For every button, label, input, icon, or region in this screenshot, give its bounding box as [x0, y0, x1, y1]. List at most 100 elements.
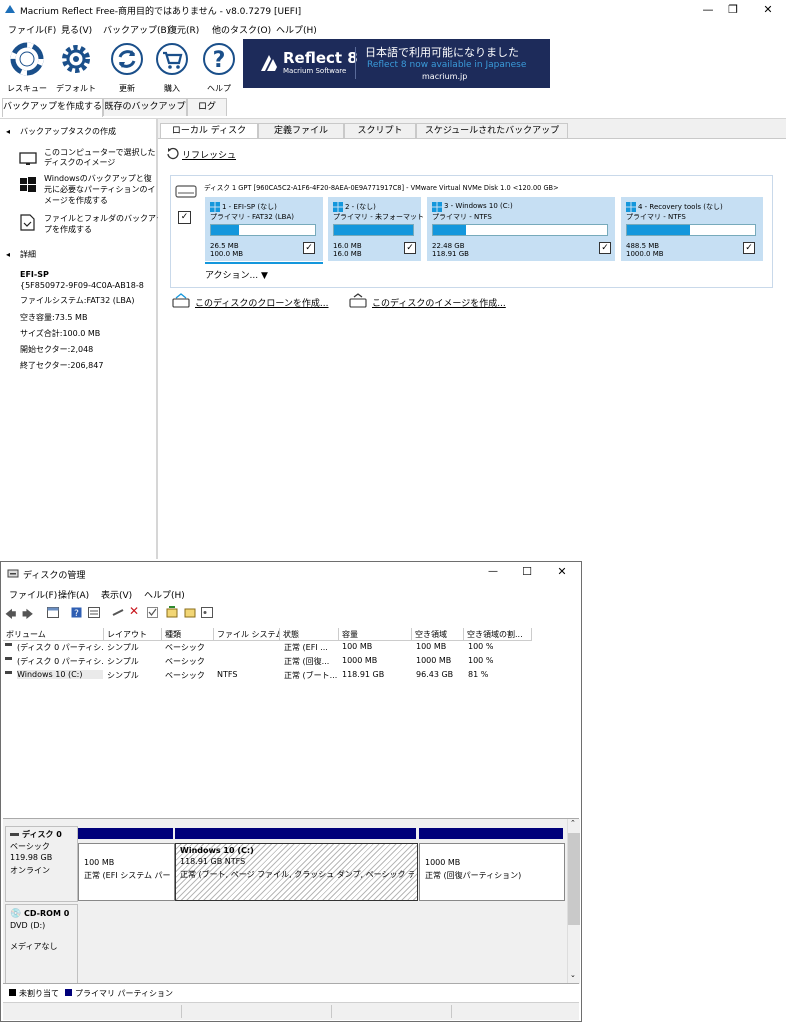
partition-total: 100.0 MB [210, 250, 244, 258]
volume-windows-c[interactable]: Windows 10 (C:) 118.91 GB NTFS 正常 (ブート, … [175, 843, 418, 901]
actions-dropdown[interactable]: アクション... ▼ [205, 268, 268, 281]
collapse-tasks-icon[interactable]: ◂ [6, 127, 10, 138]
close-button[interactable]: ✕ [750, 0, 786, 20]
cdrom-name: CD-ROM 0 [24, 909, 70, 918]
update-button[interactable]: 更新 [104, 38, 150, 96]
partition-name: 4 - Recovery tools (なし) [638, 203, 723, 211]
cell-volume: Windows 10 (C:) [17, 670, 103, 679]
partition-3[interactable]: 3 - Windows 10 (C:) プライマリ - NTFS 22.48 G… [427, 197, 615, 261]
top-tabs: バックアップを作成する 既存のバックアップ ログ [0, 98, 786, 117]
vertical-scrollbar[interactable]: ⌃ ⌄ [567, 819, 580, 984]
disk0-label[interactable]: ディスク 0 ベーシック 119.98 GB オンライン [5, 826, 78, 902]
col-type[interactable]: 種類 [162, 628, 214, 641]
partition-1[interactable]: 1 - EFI-SP (なし) プライマリ - FAT32 (LBA) 26.5… [205, 197, 323, 261]
clone-disk-link[interactable]: このディスクのクローンを作成... [195, 296, 329, 309]
svg-text:?: ? [74, 609, 79, 618]
cart-icon [156, 43, 188, 75]
partition-checkbox[interactable]: ✓ [303, 242, 315, 254]
volume-recovery[interactable]: 1000 MB 正常 (回復パーティション) [419, 843, 565, 901]
dm-maximize-button[interactable]: ☐ [509, 562, 545, 582]
dm-menu-help[interactable]: ヘルプ(H) [144, 588, 185, 601]
partition-type: プライマリ - NTFS [626, 213, 686, 221]
buy-label: 購入 [164, 84, 180, 93]
menu-file[interactable]: ファイル(F) [8, 23, 56, 36]
tab-create-backup[interactable]: バックアップを作成する [2, 98, 103, 117]
actions-label: アクション... [205, 271, 259, 281]
connect-icon[interactable] [112, 607, 124, 618]
partition-total: 16.0 MB [333, 250, 362, 258]
partition-name: 3 - Windows 10 (C:) [444, 202, 513, 210]
menu-backup[interactable]: バックアップ(B) [103, 23, 170, 36]
tab-existing-backups[interactable]: 既存のバックアップ [103, 98, 187, 116]
detail-filesystem: ファイルシステム:FAT32 (LBA) [20, 296, 135, 305]
col-status[interactable]: 状態 [280, 628, 339, 641]
image-disk-link[interactable]: このディスクのイメージを作成... [372, 296, 506, 309]
col-filesystem[interactable]: ファイル システム [214, 628, 280, 641]
col-free-space[interactable]: 空き領域 [412, 628, 464, 641]
reflect8-banner[interactable]: Reflect 8 Macrium Software 日本語で利用可能になりまし… [243, 39, 550, 88]
defaults-button[interactable]: デフォルト [53, 38, 99, 96]
partition-total: 118.91 GB [432, 250, 469, 258]
help-book-icon[interactable]: ? [71, 607, 82, 618]
dm-menu-action[interactable]: 操作(A) [58, 588, 89, 601]
delete-icon[interactable]: ✕ [129, 604, 139, 618]
properties-icon[interactable] [47, 607, 59, 618]
volume-efi[interactable]: 100 MB 正常 (EFI システム パー [78, 843, 175, 901]
col-free-percent[interactable]: 空き領域の割... [464, 628, 532, 641]
disk-select-checkbox[interactable]: ✓ [178, 211, 191, 224]
collapse-details-icon[interactable]: ◂ [6, 250, 10, 261]
dm-toolbar: 🡄 🡆 ? ✕ [1, 604, 579, 622]
macrium-titlebar: Macrium Reflect Free-商用目的ではありません - v8.0.… [0, 0, 786, 20]
tab-log[interactable]: ログ [187, 98, 227, 116]
list-view-icon[interactable] [88, 607, 100, 618]
check-icon[interactable] [147, 607, 158, 618]
status-divider [451, 1005, 452, 1018]
buy-button[interactable]: 購入 [149, 38, 195, 96]
back-arrow-icon[interactable]: 🡄 [5, 606, 16, 625]
col-layout[interactable]: レイアウト [104, 628, 162, 641]
menu-view[interactable]: 見る(V) [61, 23, 92, 36]
windows-partition-icon [210, 202, 220, 212]
new-volume-icon[interactable] [166, 606, 178, 618]
rescue-button[interactable]: レスキュー [4, 38, 50, 96]
help-button[interactable]: ? ヘルプ [196, 38, 242, 96]
col-capacity[interactable]: 容量 [339, 628, 412, 641]
rescue-label: レスキュー [7, 84, 47, 93]
settings-list-icon[interactable] [201, 607, 213, 618]
partition-checkbox[interactable]: ✓ [404, 242, 416, 254]
partition-type: プライマリ - NTFS [432, 213, 492, 221]
open-folder-icon[interactable] [184, 606, 196, 618]
partition-checkbox[interactable]: ✓ [599, 242, 611, 254]
defaults-label: デフォルト [56, 84, 96, 93]
help-label: ヘルプ [207, 84, 231, 93]
cdrom-label[interactable]: 💿 CD-ROM 0 DVD (D:) メディアなし [5, 904, 78, 984]
forward-arrow-icon[interactable]: 🡆 [22, 606, 33, 625]
details-header: 詳細 [20, 250, 36, 259]
partition-type: プライマリ - FAT32 (LBA) [210, 213, 294, 221]
maximize-button[interactable]: ❐ [715, 0, 751, 20]
scrollbar-thumb[interactable] [568, 833, 580, 925]
cell-free: 96.43 GB [416, 670, 454, 679]
col-volume[interactable]: ボリューム [3, 628, 104, 641]
detail-guid: {5F850972-9F09-4C0A-AB18-8 [20, 281, 144, 290]
refresh-link[interactable]: リフレッシュ [182, 148, 236, 161]
partition-checkbox[interactable]: ✓ [743, 242, 755, 254]
scroll-up-icon[interactable]: ⌃ [570, 819, 576, 827]
dm-menu-file[interactable]: ファイル(F) [9, 588, 57, 601]
menu-help[interactable]: ヘルプ(H) [276, 23, 317, 36]
scroll-down-icon[interactable]: ⌄ [570, 971, 576, 979]
dm-menu-view[interactable]: 表示(V) [101, 588, 132, 601]
partition-type: プライマリ - 未フォーマット [333, 213, 424, 221]
menu-bar: ファイル(F) 見る(V) バックアップ(B) 復元(R) 他のタスク(O) ヘ… [0, 20, 786, 37]
dm-close-button[interactable]: ✕ [544, 562, 580, 582]
dm-minimize-button[interactable]: — [475, 562, 511, 582]
disk0-size: 119.98 GB [10, 853, 53, 862]
volume-size: 1000 MB [425, 858, 461, 867]
cell-layout: シンプル [107, 657, 139, 666]
menu-other-tasks[interactable]: 他のタスク(O) [212, 23, 271, 36]
partition-2[interactable]: 2 - (なし) プライマリ - 未フォーマット 16.0 MB 16.0 MB… [328, 197, 424, 261]
partition-4[interactable]: 4 - Recovery tools (なし) プライマリ - NTFS 488… [621, 197, 763, 261]
partition-usage-bar [626, 224, 756, 236]
task1-line2: ディスクのイメージ [44, 158, 116, 167]
menu-restore[interactable]: 復元(R) [168, 23, 199, 36]
